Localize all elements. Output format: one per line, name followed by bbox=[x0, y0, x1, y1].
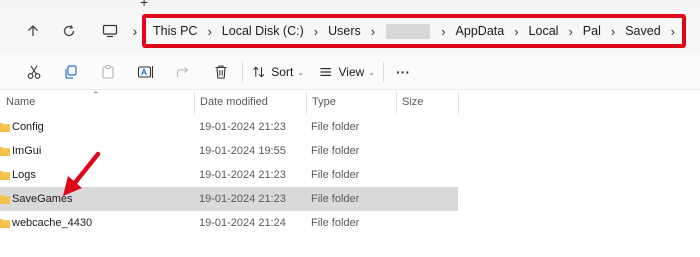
breadcrumb-separator[interactable]: › bbox=[507, 24, 525, 39]
toolbar-divider bbox=[242, 62, 243, 82]
row-type: File folder bbox=[311, 217, 360, 229]
breadcrumb-separator[interactable]: › bbox=[604, 24, 622, 39]
command-bar: Sort ⌄ View ⌄ ··· bbox=[0, 54, 700, 90]
annotation-arrow-icon bbox=[63, 151, 101, 196]
row-type: File folder bbox=[311, 121, 360, 133]
row-name-cell: ImGui bbox=[0, 139, 41, 163]
row-type: File folder bbox=[311, 145, 360, 157]
breadcrumb-separator[interactable]: › bbox=[307, 24, 325, 39]
sort-icon bbox=[253, 66, 265, 78]
table-row[interactable]: Config 19-01-2024 21:23 File folder bbox=[0, 115, 458, 139]
up-button[interactable] bbox=[20, 18, 46, 44]
paste-icon bbox=[102, 65, 114, 79]
delete-button[interactable] bbox=[211, 61, 231, 83]
delete-icon bbox=[215, 65, 227, 79]
copy-icon bbox=[65, 65, 77, 79]
row-name: Logs bbox=[12, 169, 36, 181]
cut-icon bbox=[27, 65, 41, 79]
table-row[interactable]: webcache_4430 19-01-2024 21:24 File fold… bbox=[0, 211, 458, 235]
folder-icon bbox=[0, 147, 10, 156]
address-row: › This PC › Local Disk (C:) › Users › › … bbox=[0, 8, 700, 54]
breadcrumb-separator[interactable]: › bbox=[434, 24, 452, 39]
column-header-date[interactable]: Date modified bbox=[194, 90, 306, 114]
this-pc-button[interactable] bbox=[92, 16, 128, 46]
breadcrumb-local-disk[interactable]: Local Disk (C:) bbox=[219, 24, 307, 38]
column-divider[interactable] bbox=[458, 92, 459, 114]
breadcrumb-separator[interactable]: › bbox=[364, 24, 382, 39]
sort-button[interactable]: Sort ⌄ bbox=[252, 61, 304, 83]
rename-icon bbox=[137, 66, 154, 78]
row-type: File folder bbox=[311, 169, 360, 181]
column-name-label: Name bbox=[6, 96, 36, 108]
row-date: 19-01-2024 21:23 bbox=[199, 121, 286, 133]
breadcrumb: This PC › Local Disk (C:) › Users › › Ap… bbox=[142, 14, 686, 48]
column-size-label: Size bbox=[402, 96, 424, 108]
folder-icon bbox=[0, 123, 10, 132]
refresh-icon bbox=[63, 25, 75, 37]
sort-label: Sort bbox=[271, 65, 294, 79]
row-date: 19-01-2024 21:24 bbox=[199, 217, 286, 229]
folder-icon bbox=[0, 171, 10, 180]
folder-icon bbox=[0, 219, 10, 228]
row-name-cell: Config bbox=[0, 115, 44, 139]
row-name: Config bbox=[12, 121, 44, 133]
breadcrumb-appdata[interactable]: AppData bbox=[453, 24, 508, 38]
breadcrumb-local[interactable]: Local bbox=[526, 24, 562, 38]
column-date-label: Date modified bbox=[200, 96, 268, 108]
monitor-icon bbox=[102, 24, 118, 38]
row-type: File folder bbox=[311, 193, 360, 205]
arrow-up-icon bbox=[28, 25, 38, 36]
column-headers: Name ⌃ Date modified Type Size bbox=[0, 90, 460, 114]
breadcrumb-separator[interactable]: › bbox=[561, 24, 579, 39]
paste-button[interactable] bbox=[98, 61, 118, 83]
chevron-down-icon: ⌄ bbox=[297, 67, 304, 77]
row-date: 19-01-2024 19:55 bbox=[199, 145, 286, 157]
refresh-button[interactable] bbox=[56, 18, 82, 44]
chevron-down-icon: ⌄ bbox=[368, 67, 375, 77]
breadcrumb-separator[interactable]: › bbox=[200, 24, 218, 39]
breadcrumb-this-pc[interactable]: This PC bbox=[150, 24, 200, 38]
row-name: webcache_4430 bbox=[12, 217, 93, 229]
row-date: 19-01-2024 21:23 bbox=[199, 193, 286, 205]
view-icon bbox=[320, 68, 332, 76]
row-name-cell: Logs bbox=[0, 163, 36, 187]
view-button[interactable]: View ⌄ bbox=[319, 61, 375, 83]
more-options-button[interactable]: ··· bbox=[392, 61, 414, 83]
folder-icon bbox=[0, 195, 10, 204]
sort-ascending-icon: ⌃ bbox=[92, 90, 100, 100]
column-header-type[interactable]: Type bbox=[306, 90, 396, 114]
column-header-size[interactable]: Size bbox=[396, 90, 458, 114]
tab-strip: + bbox=[0, 0, 700, 10]
row-date: 19-01-2024 21:23 bbox=[199, 169, 286, 181]
row-name: ImGui bbox=[12, 145, 42, 157]
copy-button[interactable] bbox=[61, 61, 81, 83]
address-chevron[interactable]: › bbox=[128, 16, 142, 46]
share-icon bbox=[176, 67, 189, 77]
share-button[interactable] bbox=[173, 61, 193, 83]
toolbar-divider bbox=[383, 62, 384, 82]
view-label: View bbox=[338, 65, 365, 79]
cut-button[interactable] bbox=[24, 61, 44, 83]
column-type-label: Type bbox=[312, 96, 336, 108]
breadcrumb-pal[interactable]: Pal bbox=[580, 24, 604, 38]
breadcrumb-username-redacted[interactable] bbox=[386, 23, 431, 39]
row-name-cell: webcache_4430 bbox=[0, 211, 92, 235]
breadcrumb-users[interactable]: Users bbox=[325, 24, 364, 38]
breadcrumb-separator[interactable]: › bbox=[664, 24, 682, 39]
rename-button[interactable] bbox=[136, 61, 156, 83]
breadcrumb-saved[interactable]: Saved bbox=[622, 24, 663, 38]
